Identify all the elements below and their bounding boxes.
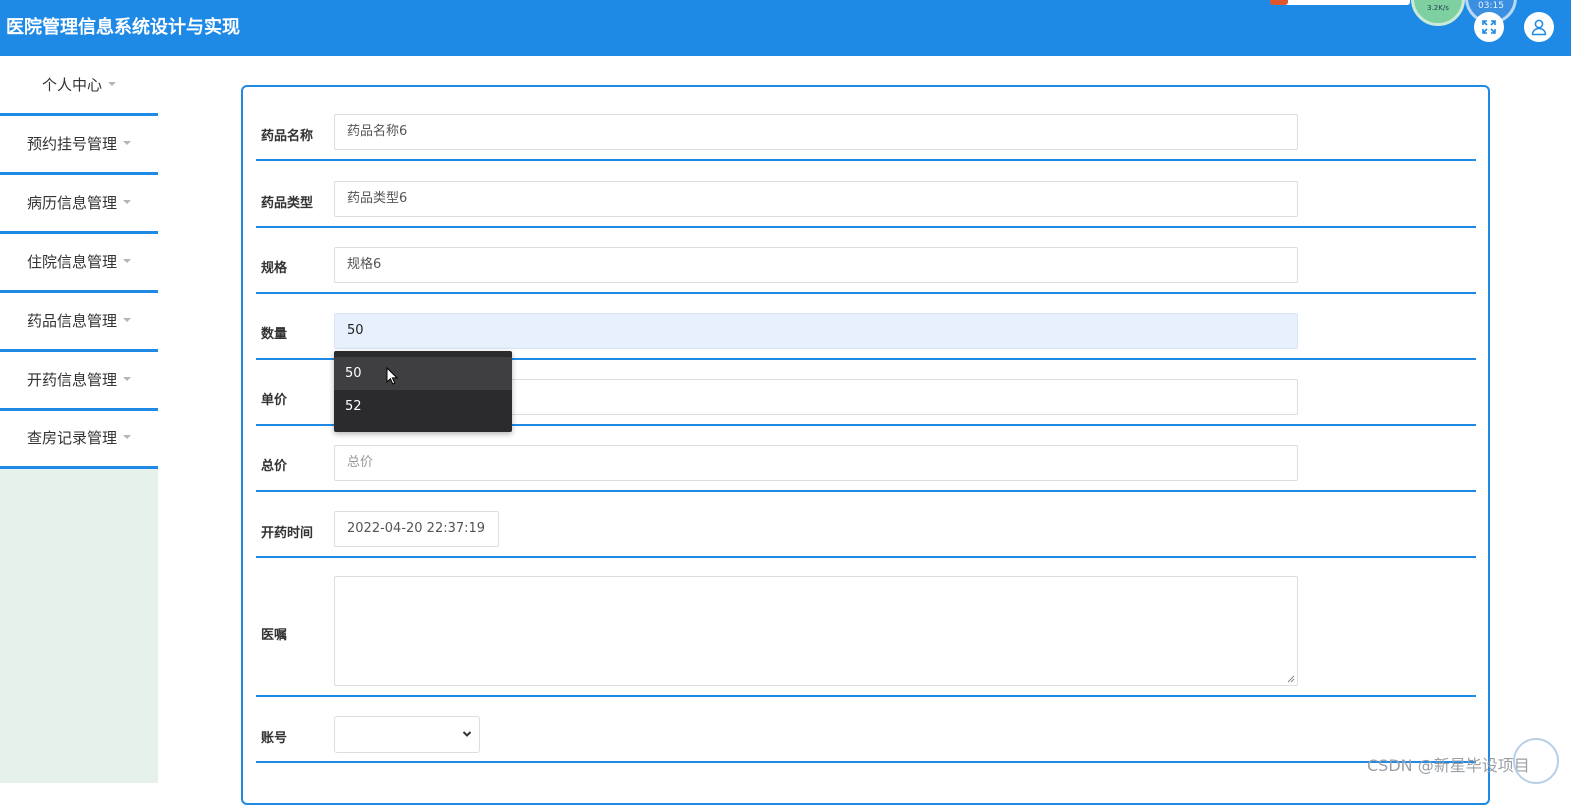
fullscreen-button[interactable] [1474,12,1504,42]
drug-type-label: 药品类型 [261,196,314,211]
autocomplete-option[interactable]: 52 [334,390,512,423]
network-widget-indicator [1270,0,1288,5]
caret-down-icon [123,140,131,145]
speed-widget: 3.2K/s [1411,0,1465,26]
caret-down-icon [123,258,131,263]
row-divider [256,226,1476,228]
sidebar-item-ward-round[interactable]: 查房记录管理 [0,411,158,469]
sidebar-item-medical-record[interactable]: 病历信息管理 [0,175,158,234]
sidebar-item-label: 个人中心 [41,76,102,94]
chevron-down-icon [462,731,472,737]
caret-down-icon [123,317,131,322]
sidebar-item-prescription[interactable]: 开药信息管理 [0,352,158,411]
account-select[interactable] [334,716,480,753]
row-divider [256,159,1476,161]
account-label: 账号 [261,731,288,746]
row-divider [256,490,1476,492]
drug-type-input[interactable]: 药品类型6 [334,181,1298,217]
quantity-input[interactable]: 50 [334,313,1298,349]
mouse-cursor-icon [386,367,398,385]
spec-input[interactable]: 规格6 [334,247,1298,283]
row-divider [256,556,1476,558]
caret-down-icon [123,434,131,439]
autocomplete-option[interactable]: 50 [334,357,512,390]
total-price-input[interactable]: 总价 [334,445,1298,481]
row-divider [256,292,1476,294]
prescribe-time-input[interactable]: 2022-04-20 22:37:19 [334,511,499,547]
floating-help-icon[interactable] [1513,738,1559,784]
app-title: 医院管理信息系统设计与实现 [6,17,240,38]
autocomplete-dropdown: 50 52 [334,351,512,432]
sidebar-item-inpatient[interactable]: 住院信息管理 [0,234,158,293]
resize-handle-icon[interactable] [1287,675,1295,683]
quantity-label: 数量 [261,327,288,342]
sidebar-item-label: 开药信息管理 [26,371,117,389]
fullscreen-icon [1482,20,1496,34]
spec-label: 规格 [261,261,288,276]
sidebar-item-label: 住院信息管理 [26,253,117,271]
unit-price-label: 单价 [261,393,288,408]
row-divider [256,761,1476,763]
watermark: CSDN @新星毕设项目 [1367,756,1530,775]
top-bar: 医院管理信息系统设计与实现 3.2K/s 03:15 [0,0,1571,56]
user-button[interactable] [1524,12,1554,42]
caret-down-icon [123,199,131,204]
caret-down-icon [123,376,131,381]
total-price-label: 总价 [261,459,288,474]
sidebar-item-personal-center[interactable]: 个人中心 [0,56,158,116]
drug-name-label: 药品名称 [261,129,314,144]
drug-name-input[interactable]: 药品名称6 [334,114,1298,150]
advice-textarea[interactable] [334,576,1298,686]
sidebar-item-label: 药品信息管理 [26,312,117,330]
speed-widget-text: 3.2K/s [1427,4,1449,12]
sidebar-item-appointment[interactable]: 预约挂号管理 [0,116,158,175]
sidebar-item-label: 病历信息管理 [26,194,117,212]
sidebar-item-drug-info[interactable]: 药品信息管理 [0,293,158,352]
sidebar-item-label: 查房记录管理 [26,429,117,447]
user-icon [1531,19,1547,36]
caret-down-icon [108,81,116,86]
clock-widget-text: 03:15 [1478,1,1504,11]
prescribe-time-label: 开药时间 [261,526,314,541]
network-widget-bar [1270,0,1410,5]
row-divider [256,695,1476,697]
advice-label: 医嘱 [261,628,288,643]
sidebar-item-label: 预约挂号管理 [26,135,117,153]
